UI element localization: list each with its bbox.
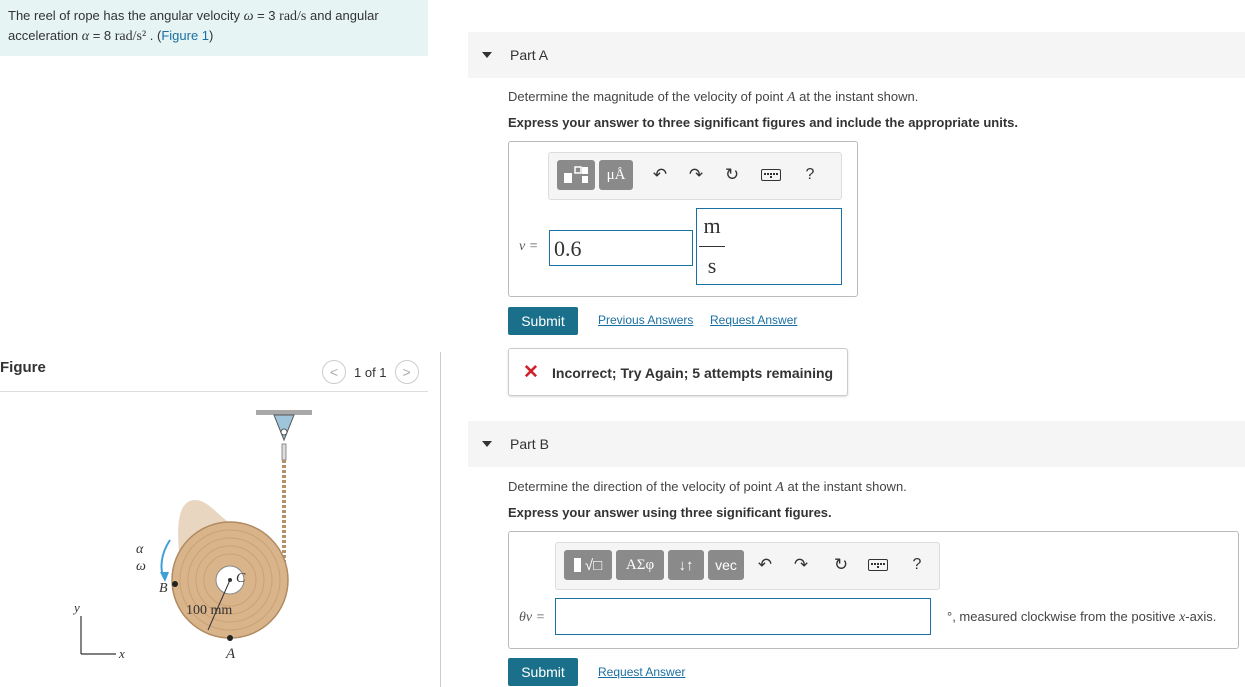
part-a-instruction: Express your answer to three significant… — [508, 115, 1018, 130]
point-b-marker — [172, 581, 178, 587]
hook — [281, 443, 287, 461]
arrows-button[interactable]: ↓↑ — [668, 550, 704, 580]
feedback-message: Incorrect; Try Again; 5 attempts remaini… — [552, 365, 834, 381]
sqrt-template-button[interactable]: √□ — [564, 550, 612, 580]
point-a-marker — [227, 635, 233, 641]
part-b-request-answer-link[interactable]: Request Answer — [598, 665, 685, 679]
problem-text: . ( — [146, 28, 162, 43]
figure-link[interactable]: Figure 1 — [161, 28, 209, 43]
question-text: Determine the magnitude of the velocity … — [508, 89, 787, 104]
units-input[interactable]: m s — [696, 208, 842, 285]
unit-denominator: s — [707, 253, 717, 278]
undo-icon[interactable]: ↶ — [649, 163, 671, 187]
var-label-text: θv = — [519, 610, 546, 625]
point-symbol: A — [786, 90, 796, 105]
help-button[interactable]: ? — [908, 553, 926, 577]
part-a-question: Determine the magnitude of the velocity … — [508, 89, 918, 106]
alpha-unit: rad/s² — [114, 29, 147, 44]
sqrt-label: √□ — [584, 556, 603, 574]
point-a-label: A — [225, 646, 236, 662]
omega-label: ω — [136, 559, 146, 574]
part-b-label: Part B — [510, 436, 549, 452]
collapse-caret-icon[interactable] — [482, 441, 492, 447]
theta-label: θv = — [519, 609, 545, 626]
keyboard-icon[interactable] — [866, 553, 890, 577]
prev-figure-button[interactable]: < — [322, 360, 346, 384]
help-button[interactable]: ? — [801, 163, 819, 187]
suffix-text: -axis. — [1185, 609, 1217, 624]
y-axis-label: y — [72, 600, 80, 615]
math-toolbar: μÅ ↶ ↷ ↻ ? — [548, 152, 842, 200]
redo-icon[interactable]: ↷ — [685, 163, 707, 187]
unit-numerator: m — [703, 213, 721, 238]
alpha-label: α — [136, 542, 144, 557]
problem-text: ) — [209, 28, 214, 43]
part-a-header[interactable]: Part A — [468, 32, 1245, 78]
part-a-label: Part A — [510, 47, 549, 63]
redo-icon[interactable]: ↷ — [790, 553, 812, 577]
question-text: at the instant shown. — [795, 89, 919, 104]
units-button[interactable]: μÅ — [599, 160, 633, 190]
x-axis-label: x — [118, 646, 125, 661]
point-symbol: A — [775, 480, 784, 495]
part-a-submit-button[interactable]: Submit — [508, 307, 578, 335]
templates-icon — [564, 166, 588, 183]
undo-icon[interactable]: ↶ — [754, 553, 776, 577]
hanger-pin — [280, 428, 288, 436]
feedback-box: ✕ Incorrect; Try Again; 5 attempts remai… — [508, 348, 848, 396]
part-b-answer-box: √□ ΑΣφ ↓↑ vec ↶ ↷ ↻ ? θv = °, measured c… — [508, 531, 1239, 649]
pager-text: 1 of 1 — [354, 364, 387, 380]
vector-button[interactable]: vec — [708, 550, 744, 580]
part-a-answer-box: μÅ ↶ ↷ ↻ ? v = 0.6 m s — [508, 141, 858, 297]
velocity-value-input[interactable]: 0.6 — [549, 230, 693, 266]
previous-answers-link[interactable]: Previous Answers — [598, 313, 693, 327]
direction-angle-input[interactable] — [555, 598, 931, 635]
dimension-label: 100 mm — [186, 603, 232, 618]
omega-unit: rad/s — [279, 9, 307, 24]
question-text: Determine the direction of the velocity … — [508, 479, 776, 494]
var-label-text: v = — [519, 239, 539, 254]
suffix-text: °, measured clockwise from the positive — [947, 609, 1180, 624]
problem-statement: The reel of rope has the angular velocit… — [0, 0, 428, 56]
part-b-instruction: Express your answer using three signific… — [508, 505, 832, 520]
hanger-bracket — [273, 414, 295, 442]
incorrect-icon: ✕ — [523, 362, 539, 383]
reset-icon[interactable]: ↻ — [830, 553, 852, 577]
reel-figure: α ω B C A 100 mm y x — [72, 410, 312, 662]
keyboard-icon[interactable] — [759, 163, 783, 187]
figure-pager: < 1 of 1 > — [322, 359, 419, 385]
alpha-symbol: α — [81, 29, 90, 44]
next-figure-button[interactable]: > — [394, 360, 419, 384]
point-b-label: B — [159, 581, 168, 596]
math-toolbar: √□ ΑΣφ ↓↑ vec ↶ ↷ ↻ ? — [555, 542, 940, 590]
angle-suffix: °, measured clockwise from the positive … — [947, 609, 1216, 626]
alpha-value: = 8 — [89, 28, 115, 43]
point-c-label: C — [236, 571, 246, 586]
ceiling-bar — [256, 410, 312, 415]
figure-divider — [0, 391, 428, 392]
v-label: v = — [519, 238, 538, 255]
problem-text: The reel of rope has the angular velocit… — [8, 8, 244, 23]
greek-button[interactable]: ΑΣφ — [616, 550, 664, 580]
figure-title: Figure — [0, 359, 46, 376]
collapse-caret-icon[interactable] — [482, 52, 492, 58]
question-text: at the instant shown. — [783, 479, 907, 494]
omega-symbol: ω — [243, 9, 254, 24]
part-b-submit-button[interactable]: Submit — [508, 658, 578, 686]
part-b-question: Determine the direction of the velocity … — [508, 479, 907, 496]
omega-value: = 3 — [253, 8, 280, 23]
panel-divider — [440, 352, 441, 687]
templates-button[interactable] — [557, 160, 595, 190]
fraction-bar — [699, 246, 725, 247]
part-a-request-answer-link[interactable]: Request Answer — [710, 313, 797, 327]
reset-icon[interactable]: ↻ — [721, 163, 743, 187]
part-b-header[interactable]: Part B — [468, 421, 1245, 467]
